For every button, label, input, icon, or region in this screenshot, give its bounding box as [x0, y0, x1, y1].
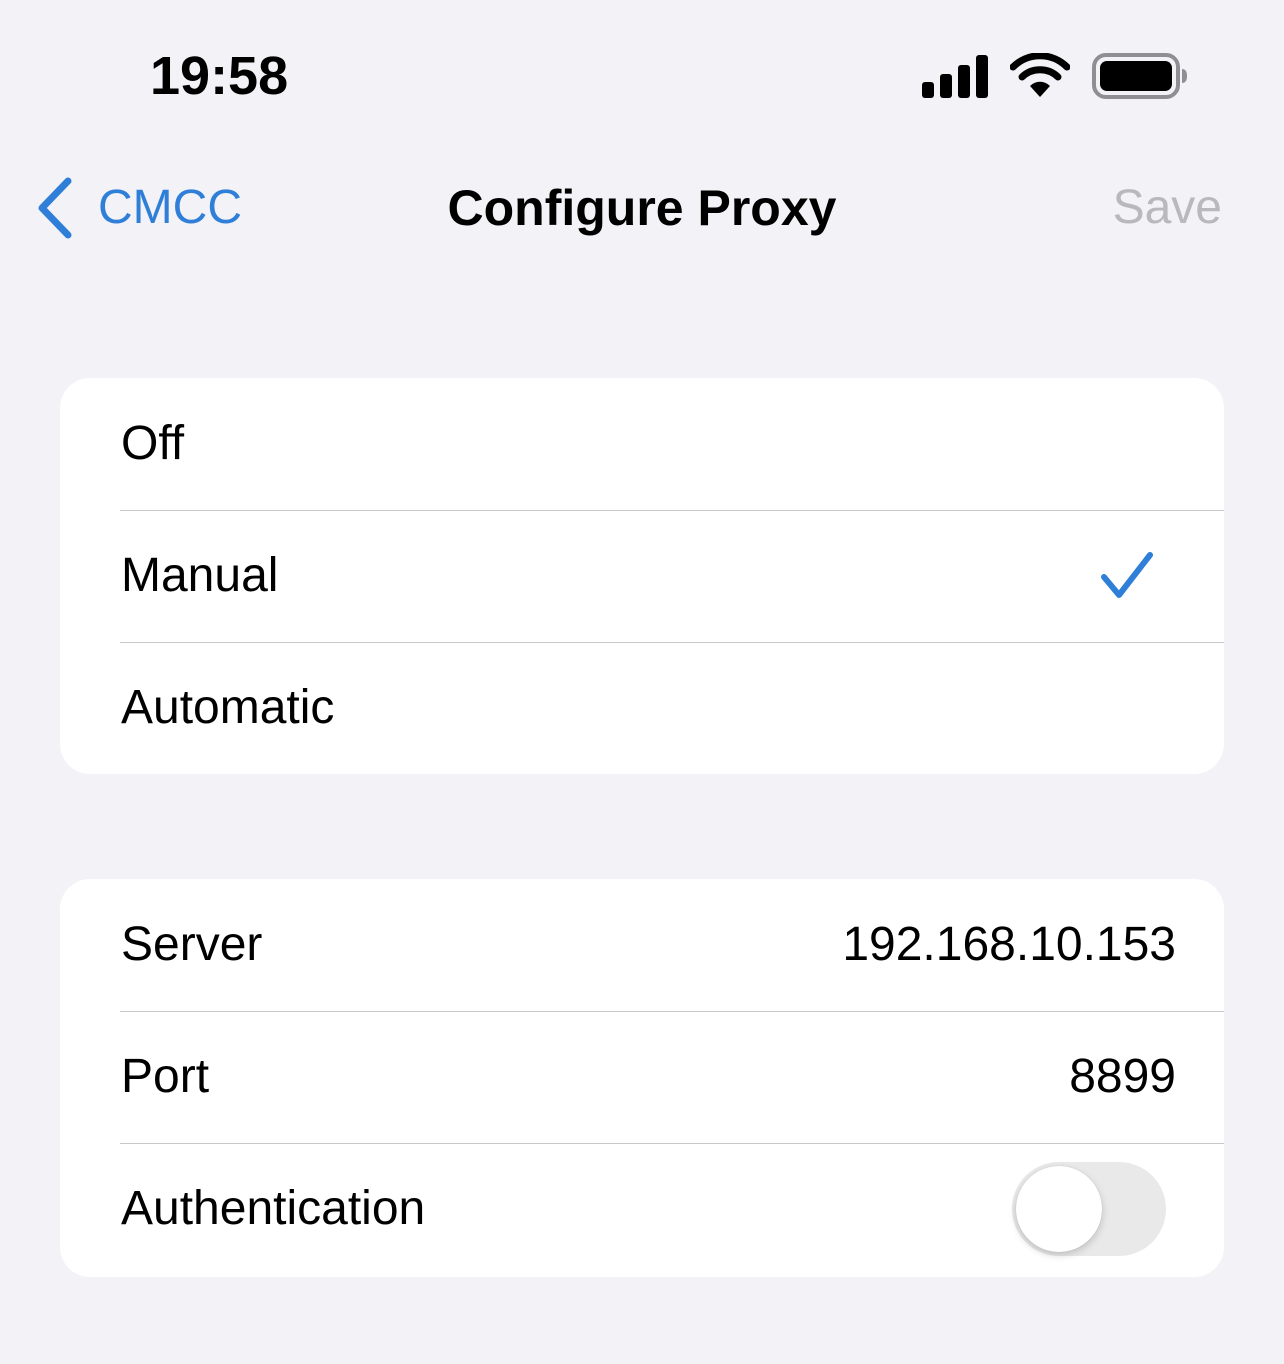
server-row[interactable]: Server 192.168.10.153 — [60, 879, 1224, 1011]
server-label: Server — [121, 918, 263, 971]
battery-icon — [1092, 53, 1187, 99]
port-label: Port — [121, 1050, 210, 1103]
wifi-icon — [1010, 53, 1070, 97]
server-input[interactable]: 192.168.10.153 — [842, 915, 1176, 975]
toggle-knob — [1016, 1166, 1102, 1252]
status-bar: 19:58 — [0, 0, 1284, 150]
proxy-mode-option-automatic[interactable]: Automatic — [60, 642, 1224, 774]
navigation-bar: CMCC Configure Proxy Save — [0, 160, 1284, 256]
proxy-mode-list: Off Manual Automatic — [60, 378, 1224, 774]
port-row[interactable]: Port 8899 — [60, 1011, 1224, 1143]
cellular-signal-icon — [922, 55, 988, 98]
page-title: Configure Proxy — [447, 180, 837, 236]
status-time: 19:58 — [150, 46, 289, 106]
option-label: Manual — [121, 549, 279, 602]
option-label: Automatic — [121, 681, 335, 734]
authentication-toggle[interactable] — [1012, 1162, 1166, 1256]
checkmark-icon — [1101, 552, 1153, 598]
option-label: Off — [121, 417, 185, 470]
status-icons — [922, 50, 1188, 102]
authentication-label: Authentication — [121, 1182, 426, 1235]
save-button[interactable]: Save — [1113, 176, 1222, 240]
proxy-mode-option-off[interactable]: Off — [60, 378, 1224, 510]
proxy-mode-option-manual[interactable]: Manual — [60, 510, 1224, 642]
authentication-row: Authentication — [60, 1143, 1224, 1275]
port-input[interactable]: 8899 — [1069, 1047, 1176, 1107]
manual-proxy-settings: Server 192.168.10.153 Port 8899 Authenti… — [60, 879, 1224, 1277]
